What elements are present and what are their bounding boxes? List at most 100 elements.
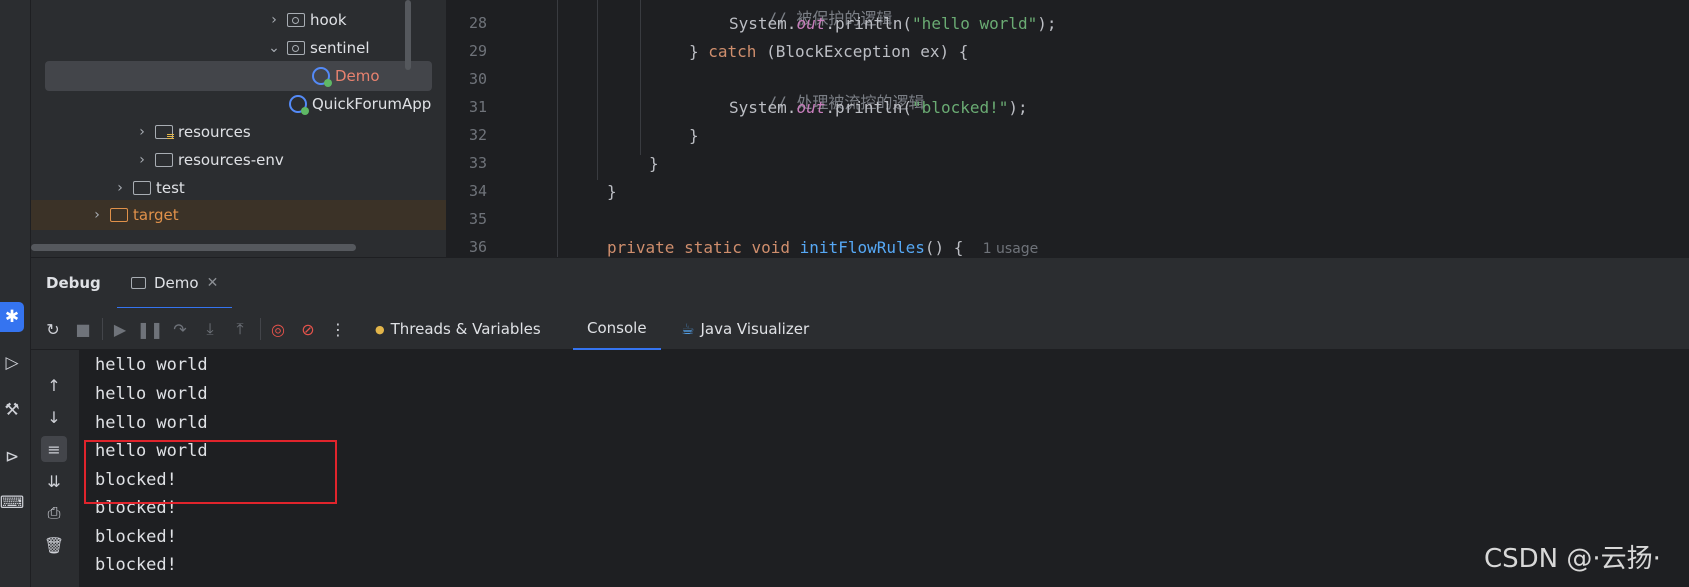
tree-item-label: hook (310, 11, 347, 29)
line-number: 32 (468, 126, 487, 144)
chevron-down-icon[interactable]: ⌄ (267, 40, 281, 56)
terminal-icon[interactable]: ⌨ (0, 488, 24, 518)
line-number: 34 (468, 182, 487, 200)
code-keyword: catch (708, 42, 757, 61)
line-number: 28 (468, 14, 487, 32)
chevron-right-icon[interactable]: › (267, 12, 281, 28)
tree-item-label: resources-env (178, 151, 284, 169)
line-number: 36 (468, 238, 487, 256)
chevron-right-icon[interactable]: › (90, 207, 104, 223)
console-line: blocked! (95, 555, 177, 575)
excluded-folder-icon (110, 208, 128, 222)
pause-icon[interactable]: ❚❚ (137, 317, 164, 341)
folder-icon (133, 181, 151, 195)
tab-java-visualizer[interactable]: ☕ Java Visualizer (681, 308, 809, 350)
step-over-icon[interactable]: ↷ (168, 317, 192, 341)
view-breakpoints-icon[interactable]: ◎ (266, 317, 290, 341)
tree-item-label: Demo (335, 67, 380, 85)
indent-guide (597, 0, 598, 180)
tab-demo[interactable]: Demo ✕ (117, 258, 233, 309)
code-string: "blocked!" (912, 98, 1009, 117)
threads-icon: ● (375, 322, 385, 336)
print-icon[interactable]: ⎙ (41, 500, 67, 526)
chevron-right-icon[interactable]: › (135, 124, 149, 140)
tree-item-hook[interactable]: › hook (31, 5, 446, 35)
code-line-36: private static void initFlowRules() { 1 … (607, 238, 1038, 257)
arrow-up-icon[interactable]: ↑ (41, 372, 67, 398)
rerun-icon[interactable]: ↻ (41, 317, 65, 341)
tree-item-resources-env[interactable]: › resources-env (31, 145, 446, 175)
scroll-to-end-icon[interactable]: ⇊ (41, 468, 67, 494)
package-icon (287, 13, 305, 27)
tab-label: Demo (154, 273, 199, 292)
indent-guide (640, 0, 641, 155)
code-line-28: System.out.println("hello world"); (729, 14, 1057, 33)
line-number: 35 (468, 210, 487, 228)
more-options-icon[interactable]: ⋮ (326, 317, 350, 341)
mute-breakpoints-icon[interactable]: ⊘ (296, 317, 320, 341)
console-line: hello world (95, 384, 208, 404)
usage-hint[interactable]: 1 usage (983, 241, 1039, 257)
code-editor[interactable]: 27 28 29 30 31 32 33 34 35 36 // 被保护的逻辑 … (447, 0, 1689, 257)
code-token: System. (729, 98, 797, 117)
console-output[interactable]: hello world hello world hello world hell… (79, 350, 1689, 587)
terminal-icon (131, 276, 146, 289)
step-out-icon[interactable]: ⤒ (228, 317, 252, 341)
code-token: } (607, 182, 617, 201)
arrow-down-icon[interactable]: ↓ (41, 404, 67, 430)
trash-icon[interactable]: 🗑 (41, 532, 67, 558)
chevron-right-icon[interactable]: › (135, 152, 149, 168)
code-token: .println( (825, 14, 913, 33)
tree-item-demo[interactable]: Demo (45, 61, 432, 91)
tree-item-label: target (133, 206, 179, 224)
tab-threads-variables[interactable]: ● Threads & Variables (375, 308, 541, 350)
code-token: } (689, 126, 699, 145)
folder-icon (155, 153, 173, 167)
toolbar-divider (102, 318, 103, 340)
console-line: hello world (95, 413, 208, 433)
step-into-icon[interactable]: ⤓ (198, 317, 222, 341)
code-line-29: } catch (BlockException ex) { (689, 42, 968, 61)
tab-label: Console (587, 319, 647, 337)
build-icon[interactable]: ⚒ (0, 395, 24, 425)
package-icon (287, 41, 305, 55)
resume-icon[interactable]: ▶ (108, 317, 132, 341)
code-token: (BlockException ex) { (756, 42, 969, 61)
tab-console[interactable]: Console (573, 308, 661, 350)
debug-toolbar: ↻ ■ ▶ ❚❚ ↷ ⤓ ⤒ ◎ ⊘ ⋮ ● Threads & Variabl… (31, 308, 1689, 350)
stop-icon[interactable]: ■ (71, 317, 95, 341)
tree-item-target[interactable]: › target (31, 200, 446, 230)
project-tree: › hook ⌄ sentinel Demo QuickForumApp › r… (31, 0, 446, 257)
code-token: } (689, 42, 709, 61)
code-token: System. (729, 14, 797, 33)
code-token: () { (924, 238, 964, 257)
debug-icon[interactable]: ✱ (0, 302, 24, 332)
code-string: "hello world" (912, 14, 1038, 33)
tree-item-label: sentinel (310, 39, 370, 57)
run-icon[interactable]: ▷ (0, 348, 24, 378)
tree-item-quickforumapp[interactable]: QuickForumApp (31, 89, 446, 119)
console-line: hello world (95, 355, 208, 375)
chevron-right-icon[interactable]: › (113, 180, 127, 196)
tree-item-sentinel[interactable]: ⌄ sentinel (31, 33, 446, 63)
indent-guide (557, 0, 558, 257)
soft-wrap-icon[interactable]: ≡ (41, 436, 67, 462)
toolbar-divider (260, 318, 261, 340)
tree-horizontal-scrollbar[interactable] (31, 244, 356, 251)
debug-panel-title: Debug (46, 274, 101, 292)
services-icon[interactable]: ⊳ (0, 442, 24, 472)
code-token: ); (1037, 14, 1057, 33)
line-number: 27 (447, 0, 487, 4)
debug-panel-header: Debug Demo ✕ (31, 257, 1689, 309)
tree-item-label: resources (178, 123, 251, 141)
code-keyword: private static void (607, 238, 800, 257)
code-line-34: } (607, 182, 617, 201)
tree-item-label: QuickForumApp (312, 95, 432, 113)
console-side-toolbar: ↑ ↓ ≡ ⇊ ⎙ 🗑 (31, 350, 79, 587)
tree-item-resources[interactable]: › resources (31, 117, 446, 147)
line-number: 33 (468, 154, 487, 172)
tool-window-strip: ✱ ▷ ⚒ ⊳ ⌨ (0, 0, 31, 587)
tree-vertical-scrollbar[interactable] (405, 0, 411, 70)
close-icon[interactable]: ✕ (207, 275, 219, 291)
tree-item-test[interactable]: › test (31, 173, 446, 203)
